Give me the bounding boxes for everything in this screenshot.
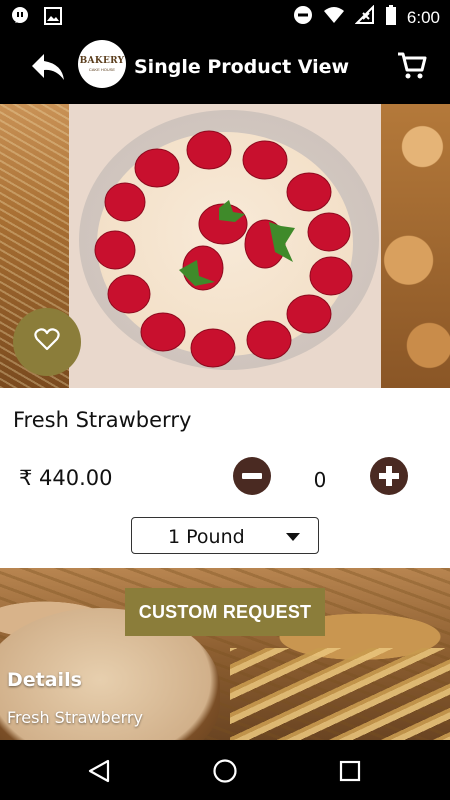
- battery-icon: [385, 5, 397, 30]
- strawberries: [94, 130, 353, 368]
- quantity-increase-button[interactable]: [370, 457, 408, 495]
- quantity-decrease-button[interactable]: [233, 457, 271, 495]
- details-title: Details: [7, 669, 82, 691]
- system-nav-bar: [0, 740, 450, 800]
- size-dropdown[interactable]: 1 Pound: [131, 517, 319, 554]
- back-button[interactable]: [30, 52, 66, 84]
- dnd-icon: [293, 5, 313, 30]
- size-selected-value: 1 Pound: [168, 526, 245, 548]
- product-info: Fresh Strawberry ₹ 440.00 0 1 Pound: [0, 388, 450, 568]
- details-section: CUSTOM REQUEST Details Fresh Strawberry: [0, 568, 450, 740]
- wifi-icon: [323, 6, 345, 29]
- app-bar: BAKERY CAKE HOUSE Single Product View: [0, 32, 450, 104]
- signal-icon: [354, 4, 375, 30]
- product-image: [69, 104, 381, 388]
- logo-subtext: CAKE HOUSE: [88, 67, 116, 72]
- product-price: ₹ 440.00: [19, 466, 113, 490]
- bread-background-right: [381, 104, 450, 388]
- wheat-background: [230, 648, 450, 740]
- heart-outline-icon: [34, 327, 60, 357]
- logo-text: BAKERY: [79, 56, 125, 66]
- details-text: Fresh Strawberry: [7, 708, 143, 727]
- product-hero: [0, 104, 450, 388]
- back-triangle-icon: [86, 759, 114, 789]
- message-icon: [10, 6, 30, 31]
- recents-square-icon: [336, 760, 364, 789]
- nav-recents-button[interactable]: [336, 757, 364, 785]
- favorite-button[interactable]: [13, 308, 81, 376]
- status-time: 6:00: [406, 7, 440, 27]
- cart-icon: [396, 52, 428, 86]
- cart-button[interactable]: [396, 50, 428, 82]
- nav-home-button[interactable]: [211, 757, 239, 785]
- status-bar: 6:00: [0, 0, 450, 32]
- image-icon: [44, 7, 62, 30]
- nav-back-button[interactable]: [86, 757, 114, 785]
- caret-down-icon: [286, 533, 300, 541]
- quantity-value: 0: [313, 468, 327, 492]
- reply-arrow-icon: [30, 54, 66, 88]
- bakery-logo: BAKERY CAKE HOUSE: [78, 40, 126, 88]
- page-title: Single Product View: [134, 56, 350, 78]
- product-name: Fresh Strawberry: [13, 408, 192, 432]
- custom-request-button[interactable]: CUSTOM REQUEST: [125, 588, 325, 636]
- home-circle-icon: [211, 759, 239, 789]
